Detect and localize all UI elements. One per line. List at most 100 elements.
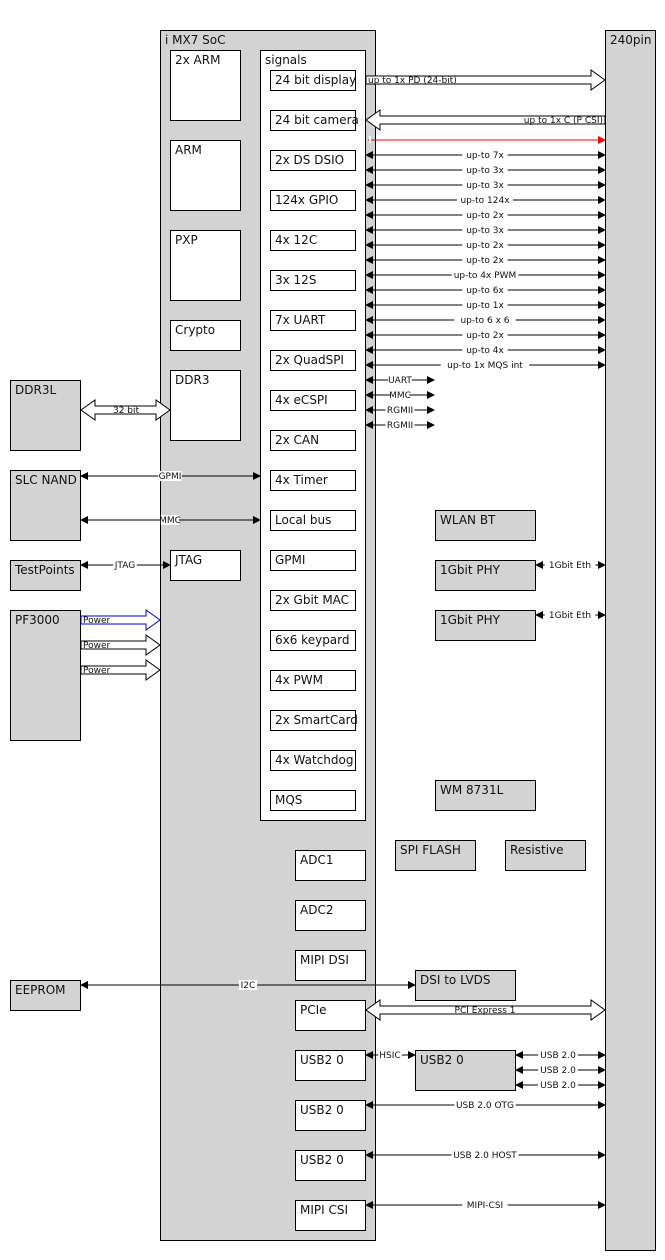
eth-line-label: 1Gbit Eth <box>549 561 591 571</box>
hsic-line-label: HSIC <box>379 1051 400 1061</box>
mmc-line-label: MMC <box>159 516 181 526</box>
signal-block-label: GPMI <box>275 553 305 567</box>
external-block: Resistive <box>505 840 586 871</box>
signal-block: 4x 12C <box>270 230 356 251</box>
connector-240pin: 240pin <box>605 30 656 1251</box>
core-ddr3-label: DDR3 <box>175 373 209 387</box>
short-line-label: UART <box>388 376 412 386</box>
bus-line-label: up-to 4x <box>466 346 504 356</box>
external-block: PF3000 <box>10 610 81 741</box>
lower-block: PCIe <box>295 1000 366 1031</box>
external-block: EEPROM <box>10 980 81 1011</box>
external-block-label: DSI to LVDS <box>420 973 491 987</box>
signal-block-label: 4x eCSPI <box>275 393 328 407</box>
core-jtag: JTAG <box>170 550 241 581</box>
signal-block-label: 4x Watchdog <box>275 753 354 767</box>
bus-line-label: up-to 2x <box>466 241 504 251</box>
signal-block-label: 24 bit camera <box>275 113 359 127</box>
ddr-arrow-label: 32 bit <box>113 406 140 416</box>
signal-block: 24 bit camera <box>270 110 359 131</box>
external-block-label: SLC NAND <box>15 473 77 487</box>
lower-block: USB2 0 <box>295 1100 366 1131</box>
power-arrow-label: Power <box>83 641 111 651</box>
bus-line-label: up-to 7x <box>466 151 504 161</box>
signal-block: 2x SmartCard <box>270 710 358 731</box>
external-block-label: WM 8731L <box>440 783 504 797</box>
core-jtag-label: JTAG <box>174 553 202 567</box>
bus-line-label: up-to 6 x 6 <box>460 316 509 326</box>
signal-block-label: 4x 12C <box>275 233 317 247</box>
signal-block-label: 7x UART <box>275 313 326 327</box>
signals-group-label: signals <box>265 53 307 67</box>
core-arm2-label: 2x ARM <box>175 53 220 67</box>
external-block: 1Gbit PHY <box>435 610 536 641</box>
eth-line-label: 1Gbit Eth <box>549 611 591 621</box>
signal-block: 2x Gbit MAC <box>270 590 356 611</box>
connector-240pin-label: 240pin <box>610 33 651 47</box>
soc-block-label: i MX7 SoC <box>165 33 226 47</box>
signal-block-label: 4x Timer <box>275 473 328 487</box>
bus-line-label: up-to 1x <box>466 301 504 311</box>
lower-block: USB2 0 <box>295 1150 366 1181</box>
block-diagram: i MX7 SoC 240pin signals 2x ARM ARM PXP Crypto… <box>10 30 656 1251</box>
bus-line-label: up-to 3x <box>466 226 504 236</box>
signal-block: 124x GPIO <box>270 190 356 211</box>
mipi-csi-label: MIPI-CSI <box>467 1201 503 1211</box>
short-line-label: MMC <box>389 391 411 401</box>
lower-block-label: USB2 0 <box>300 1103 344 1117</box>
red-line-marker <box>369 136 371 143</box>
lower-block-label: PCIe <box>300 1003 327 1017</box>
external-block-label: 1Gbit PHY <box>440 563 501 577</box>
signal-block-label: Local bus <box>275 513 331 527</box>
display-arrow-label: up to 1x PD (24-bit) <box>368 76 457 86</box>
power-arrow-label: Power <box>83 616 111 626</box>
external-block-label: USB2 0 <box>420 1053 464 1067</box>
short-line-label: RGMII <box>387 406 413 416</box>
lower-block: USB2 0 <box>295 1050 366 1081</box>
core-arm: ARM <box>170 140 241 211</box>
lower-block-label: USB2 0 <box>300 1053 344 1067</box>
signal-block-label: 3x 12S <box>275 273 316 287</box>
core-ddr3: DDR3 <box>170 370 241 441</box>
lower-block: MIPI CSI <box>295 1200 366 1231</box>
external-block-label: DDR3L <box>15 383 56 397</box>
signal-block-label: 6x6 keypard <box>275 633 350 647</box>
external-block: 1Gbit PHY <box>435 560 536 591</box>
signal-block: 4x Timer <box>270 470 356 491</box>
bus-line-label: up-to 3x <box>466 166 504 176</box>
signal-block: 4x eCSPI <box>270 390 356 411</box>
external-block: SPI FLASH <box>395 840 476 871</box>
external-block: DDR3L <box>10 380 81 451</box>
external-block: USB2 0 <box>415 1050 516 1091</box>
signal-block: 24 bit display <box>270 70 356 91</box>
signal-block: 2x CAN <box>270 430 356 451</box>
lower-block-label: ADC1 <box>300 853 333 867</box>
i2c-line-label: I2C <box>241 981 256 991</box>
signal-block-label: 2x DS DSIO <box>275 153 344 167</box>
signal-block: 2x QuadSPI <box>270 350 356 371</box>
power-arrow-label: Power <box>83 666 111 676</box>
usb-hub-line-label: USB 2.0 <box>540 1066 576 1076</box>
external-block-label: 1Gbit PHY <box>440 613 501 627</box>
external-block-label: EEPROM <box>15 983 66 997</box>
pcie-arrow-label: PCI Express 1 <box>455 1006 516 1016</box>
external-block-rect <box>10 610 81 741</box>
external-block-label: PF3000 <box>15 613 60 627</box>
signal-block: 4x PWM <box>270 670 356 691</box>
signal-block: GPMI <box>270 550 356 571</box>
external-block-label: WLAN BT <box>440 513 496 527</box>
signal-block-label: 2x Gbit MAC <box>275 593 349 607</box>
external-block: TestPoints <box>10 560 81 591</box>
core-crypto: Crypto <box>170 320 241 351</box>
bus-line-label: up-to 1x MQS int <box>447 361 523 371</box>
bus-line-label: up-to 2x <box>466 256 504 266</box>
signal-block-label: 2x QuadSPI <box>275 353 344 367</box>
signal-block-label: MQS <box>275 793 302 807</box>
signal-block-label: 2x SmartCard <box>275 713 358 727</box>
bus-line-label: up-to 6x <box>466 286 504 296</box>
usb-otg-label: USB 2.0 OTG <box>456 1101 514 1111</box>
core-pxp: PXP <box>170 230 241 301</box>
external-block: DSI to LVDS <box>415 970 516 1001</box>
bus-line-label: up-to 124x <box>460 196 510 206</box>
bus-line-label: up-to 2x <box>466 331 504 341</box>
